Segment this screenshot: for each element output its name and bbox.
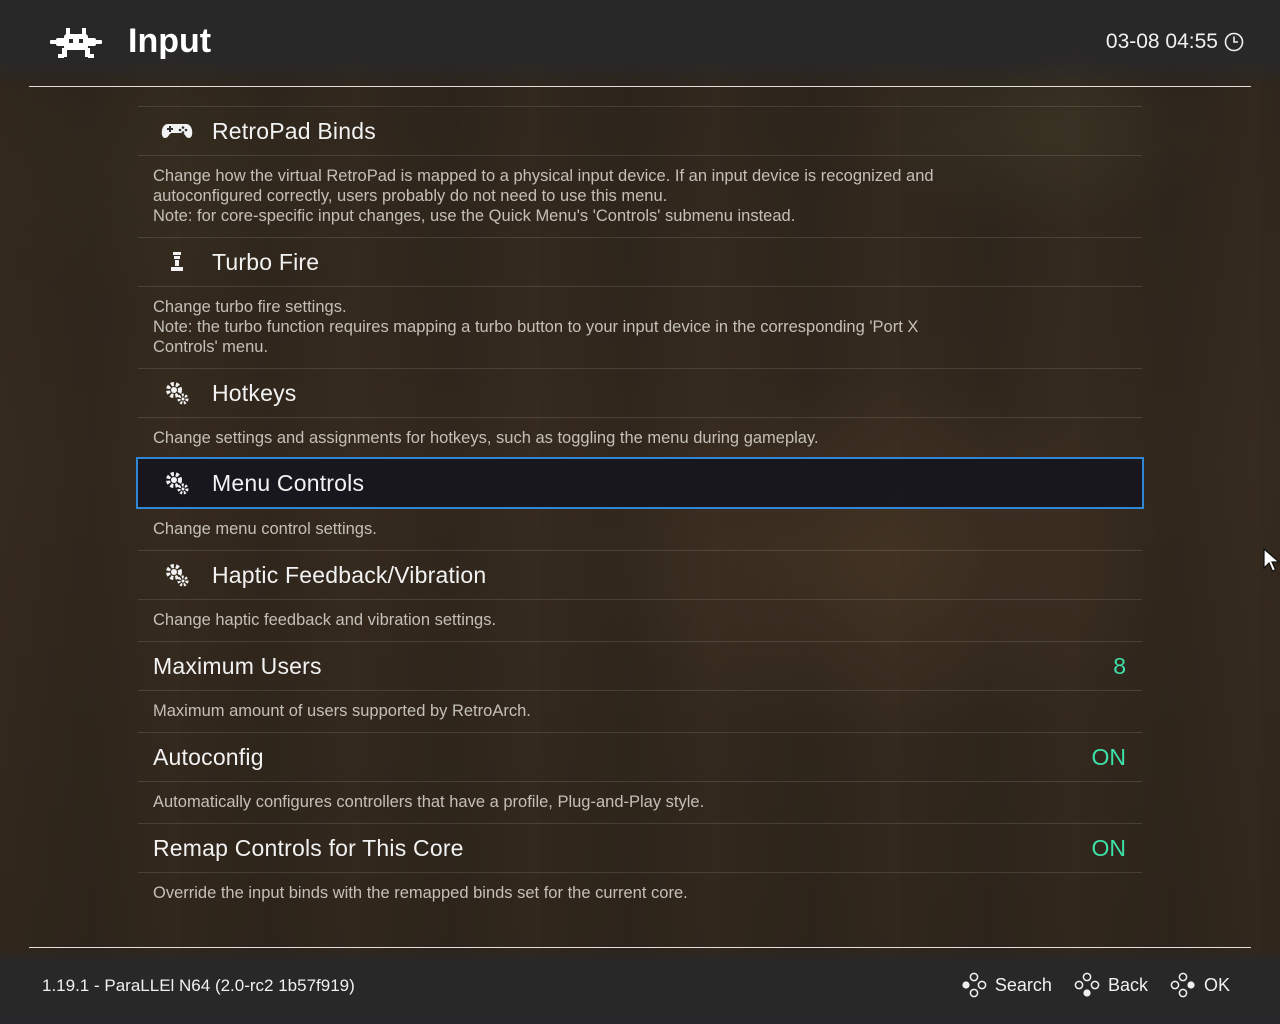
description-line: Note: the turbo function requires mappin… [153,318,919,336]
turbo-icon [157,247,197,277]
menu-entry[interactable]: Hotkeys [138,369,1142,417]
menu-item-hotkeys[interactable]: Hotkeys Change settings and assignments … [138,368,1142,459]
menu-item-description: Change menu control settings. [138,509,1142,550]
menu-item-autoconfig[interactable]: Autoconfig ON Automatically configures c… [138,732,1142,823]
menu-item-description: Override the input binds with the remapp… [138,872,1142,914]
menu-item-label: Hotkeys [212,379,297,406]
clock: 03-08 04:55 [1106,30,1244,54]
menu-item-description: Change settings and assignments for hotk… [138,417,1142,459]
menu-entry[interactable]: Autoconfig ON [138,733,1142,781]
description-line: Override the input binds with the remapp… [153,884,688,902]
controller-buttons-icon [1074,972,1100,997]
footer: 1.19.1 - ParaLLEl N64 (2.0-rc2 1b57f919)… [0,948,1280,1024]
menu-item-description: Maximum amount of users supported by Ret… [138,690,1142,732]
description-line: Change haptic feedback and vibration set… [153,611,497,629]
menu-list: RetroPad Binds Change how the virtual Re… [136,106,1144,914]
clock-text: 03-08 04:55 [1105,30,1218,53]
description-line: Change settings and assignments for hotk… [153,429,819,447]
menu-entry[interactable]: Remap Controls for This Core ON [138,824,1142,872]
menu-item-label: RetroPad Binds [212,117,376,144]
menu-item-description: Change how the virtual RetroPad is mappe… [138,155,1142,237]
button-hints: Search Back OK [961,972,1230,998]
header: Input 03-08 04:55 [0,0,1280,86]
menu-item-haptic-feedback[interactable]: Haptic Feedback/Vibration Change haptic … [138,550,1142,641]
gears-icon [157,468,197,498]
menu-entry-selected[interactable]: Menu Controls [136,457,1144,509]
clock-icon [1224,32,1244,52]
menu-item-label: Autoconfig [153,743,264,770]
mouse-pointer-icon [1263,548,1280,572]
footer-divider [29,947,1251,948]
menu-entry[interactable]: Haptic Feedback/Vibration [138,551,1142,599]
retroarch-logo-icon [50,28,102,58]
menu-item-maximum-users[interactable]: Maximum Users 8 Maximum amount of users … [138,641,1142,732]
menu-item-turbo-fire[interactable]: Turbo Fire Change turbo fire settings. N… [138,237,1142,368]
menu-entry[interactable]: Maximum Users 8 [138,642,1142,690]
menu-item-description: Change haptic feedback and vibration set… [138,599,1142,641]
gears-icon [157,560,197,590]
hint-label: OK [1203,974,1230,995]
description-line: Change how the virtual RetroPad is mappe… [153,167,934,185]
menu-item-description: Change turbo fire settings. Note: the tu… [138,286,1142,368]
description-line: Change menu control settings. [153,520,377,538]
menu-item-label: Menu Controls [212,469,365,496]
description-line: Change turbo fire settings. [153,298,347,316]
header-divider [29,86,1251,87]
description-line: Controls' menu. [153,338,269,356]
description-line: Automatically configures controllers tha… [153,793,705,811]
gears-icon [157,378,197,408]
hint-label: Search [994,974,1052,995]
menu-item-label: Haptic Feedback/Vibration [212,561,487,588]
search-hint[interactable]: Search [961,972,1052,998]
menu-item-label: Maximum Users [153,652,322,679]
page-title: Input [128,22,212,60]
menu-item-retropad-binds[interactable]: RetroPad Binds Change how the virtual Re… [138,106,1142,237]
gamepad-icon [157,116,197,146]
menu-entry[interactable]: RetroPad Binds [138,107,1142,155]
toggle-value[interactable]: ON [1092,835,1127,862]
description-line: autoconfigured correctly, users probably… [153,187,668,205]
menu-item-label: Remap Controls for This Core [153,834,464,861]
setting-value[interactable]: 8 [1113,653,1126,680]
description-line: Maximum amount of users supported by Ret… [153,702,531,720]
menu-item-label: Turbo Fire [212,248,320,275]
hint-label: Back [1107,974,1148,995]
toggle-value[interactable]: ON [1092,744,1127,771]
controller-buttons-icon [962,972,987,998]
menu-entry[interactable]: Turbo Fire [138,238,1142,286]
menu-item-description: Automatically configures controllers tha… [138,781,1142,823]
description-line: Note: for core-specific input changes, u… [153,207,796,225]
menu-item-menu-controls[interactable]: Menu Controls Change menu control settin… [136,457,1144,550]
menu-item-remap-controls[interactable]: Remap Controls for This Core ON Override… [138,823,1142,914]
back-hint[interactable]: Back [1074,972,1148,998]
version-info: 1.19.1 - ParaLLEl N64 (2.0-rc2 1b57f919) [42,976,355,995]
controller-buttons-icon [1170,972,1195,998]
ok-hint[interactable]: OK [1170,972,1230,998]
